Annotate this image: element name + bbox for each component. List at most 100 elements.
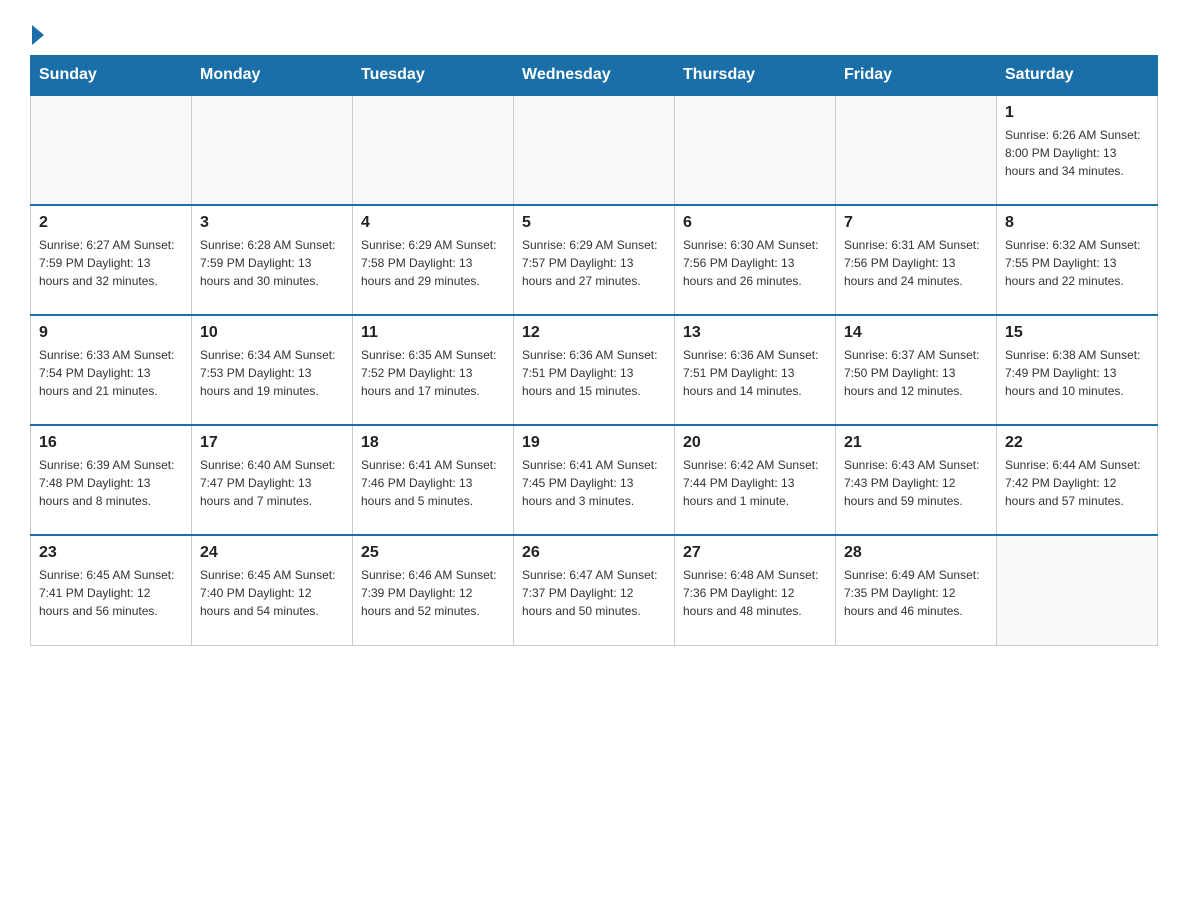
- calendar-week-2: 2 Sunrise: 6:27 AM Sunset: 7:59 PM Daylig…: [31, 205, 1158, 315]
- day-info: Sunrise: 6:39 AM Sunset: 7:48 PM Dayligh…: [39, 456, 183, 510]
- weekday-header-row: SundayMondayTuesdayWednesdayThursdayFrid…: [31, 56, 1158, 96]
- day-info: Sunrise: 6:40 AM Sunset: 7:47 PM Dayligh…: [200, 456, 344, 510]
- calendar-cell: [31, 95, 192, 205]
- weekday-header-monday: Monday: [192, 56, 353, 96]
- weekday-header-friday: Friday: [836, 56, 997, 96]
- day-info: Sunrise: 6:31 AM Sunset: 7:56 PM Dayligh…: [844, 236, 988, 290]
- calendar-cell: 16 Sunrise: 6:39 AM Sunset: 7:48 PM Dayli…: [31, 425, 192, 535]
- weekday-header-saturday: Saturday: [997, 56, 1158, 96]
- calendar-cell: 10Sunrise: 6:34 AM Sunset: 7:53 PM Dayli…: [192, 315, 353, 425]
- calendar-cell: 2 Sunrise: 6:27 AM Sunset: 7:59 PM Daylig…: [31, 205, 192, 315]
- day-number: 19: [522, 434, 666, 452]
- day-number: 16: [39, 434, 183, 452]
- weekday-header-thursday: Thursday: [675, 56, 836, 96]
- day-info: Sunrise: 6:47 AM Sunset: 7:37 PM Dayligh…: [522, 566, 666, 620]
- day-info: Sunrise: 6:36 AM Sunset: 7:51 PM Dayligh…: [522, 346, 666, 400]
- calendar-cell: 14 Sunrise: 6:37 AM Sunset: 7:50 PM Dayli…: [836, 315, 997, 425]
- calendar-cell: 27 Sunrise: 6:48 AM Sunset: 7:36 PM Dayli…: [675, 535, 836, 645]
- day-info: Sunrise: 6:26 AM Sunset: 8:00 PM Dayligh…: [1005, 126, 1149, 180]
- calendar-cell: 5 Sunrise: 6:29 AM Sunset: 7:57 PM Daylig…: [514, 205, 675, 315]
- day-number: 24: [200, 544, 344, 562]
- calendar-week-5: 23 Sunrise: 6:45 AM Sunset: 7:41 PM Dayli…: [31, 535, 1158, 645]
- calendar-cell: 9 Sunrise: 6:33 AM Sunset: 7:54 PM Daylig…: [31, 315, 192, 425]
- day-info: Sunrise: 6:43 AM Sunset: 7:43 PM Dayligh…: [844, 456, 988, 510]
- day-info: Sunrise: 6:34 AM Sunset: 7:53 PM Dayligh…: [200, 346, 344, 400]
- day-number: 8: [1005, 214, 1149, 232]
- day-info: Sunrise: 6:35 AM Sunset: 7:52 PM Dayligh…: [361, 346, 505, 400]
- calendar-cell: 20 Sunrise: 6:42 AM Sunset: 7:44 PM Dayli…: [675, 425, 836, 535]
- calendar-cell: 24 Sunrise: 6:45 AM Sunset: 7:40 PM Dayli…: [192, 535, 353, 645]
- day-number: 22: [1005, 434, 1149, 452]
- day-info: Sunrise: 6:36 AM Sunset: 7:51 PM Dayligh…: [683, 346, 827, 400]
- day-number: 15: [1005, 324, 1149, 342]
- calendar-cell: 3 Sunrise: 6:28 AM Sunset: 7:59 PM Daylig…: [192, 205, 353, 315]
- day-info: Sunrise: 6:45 AM Sunset: 7:41 PM Dayligh…: [39, 566, 183, 620]
- day-info: Sunrise: 6:44 AM Sunset: 7:42 PM Dayligh…: [1005, 456, 1149, 510]
- day-number: 11: [361, 324, 505, 342]
- calendar-cell: 22 Sunrise: 6:44 AM Sunset: 7:42 PM Dayli…: [997, 425, 1158, 535]
- calendar-table: SundayMondayTuesdayWednesdayThursdayFrid…: [30, 55, 1158, 646]
- day-info: Sunrise: 6:41 AM Sunset: 7:45 PM Dayligh…: [522, 456, 666, 510]
- day-number: 28: [844, 544, 988, 562]
- day-info: Sunrise: 6:29 AM Sunset: 7:58 PM Dayligh…: [361, 236, 505, 290]
- weekday-header-wednesday: Wednesday: [514, 56, 675, 96]
- day-number: 9: [39, 324, 183, 342]
- day-info: Sunrise: 6:28 AM Sunset: 7:59 PM Dayligh…: [200, 236, 344, 290]
- day-number: 14: [844, 324, 988, 342]
- calendar-cell: 19 Sunrise: 6:41 AM Sunset: 7:45 PM Dayli…: [514, 425, 675, 535]
- calendar-cell: [353, 95, 514, 205]
- calendar-cell: 17 Sunrise: 6:40 AM Sunset: 7:47 PM Dayli…: [192, 425, 353, 535]
- day-info: Sunrise: 6:32 AM Sunset: 7:55 PM Dayligh…: [1005, 236, 1149, 290]
- day-number: 17: [200, 434, 344, 452]
- day-number: 27: [683, 544, 827, 562]
- calendar-cell: 13 Sunrise: 6:36 AM Sunset: 7:51 PM Dayli…: [675, 315, 836, 425]
- day-number: 18: [361, 434, 505, 452]
- day-number: 21: [844, 434, 988, 452]
- day-info: Sunrise: 6:29 AM Sunset: 7:57 PM Dayligh…: [522, 236, 666, 290]
- day-number: 2: [39, 214, 183, 232]
- day-number: 13: [683, 324, 827, 342]
- weekday-header-sunday: Sunday: [31, 56, 192, 96]
- day-info: Sunrise: 6:38 AM Sunset: 7:49 PM Dayligh…: [1005, 346, 1149, 400]
- day-info: Sunrise: 6:42 AM Sunset: 7:44 PM Dayligh…: [683, 456, 827, 510]
- day-info: Sunrise: 6:27 AM Sunset: 7:59 PM Dayligh…: [39, 236, 183, 290]
- calendar-cell: 4 Sunrise: 6:29 AM Sunset: 7:58 PM Daylig…: [353, 205, 514, 315]
- day-number: 20: [683, 434, 827, 452]
- day-number: 23: [39, 544, 183, 562]
- calendar-cell: 23 Sunrise: 6:45 AM Sunset: 7:41 PM Dayli…: [31, 535, 192, 645]
- calendar-cell: [836, 95, 997, 205]
- calendar-cell: [192, 95, 353, 205]
- calendar-cell: [675, 95, 836, 205]
- calendar-week-3: 9 Sunrise: 6:33 AM Sunset: 7:54 PM Daylig…: [31, 315, 1158, 425]
- calendar-cell: [514, 95, 675, 205]
- day-number: 3: [200, 214, 344, 232]
- logo: [30, 20, 46, 45]
- day-number: 7: [844, 214, 988, 232]
- day-number: 26: [522, 544, 666, 562]
- calendar-week-1: 1 Sunrise: 6:26 AM Sunset: 8:00 PM Daylig…: [31, 95, 1158, 205]
- calendar-cell: 7 Sunrise: 6:31 AM Sunset: 7:56 PM Daylig…: [836, 205, 997, 315]
- calendar-cell: [997, 535, 1158, 645]
- logo-arrow-icon: [32, 25, 44, 45]
- day-info: Sunrise: 6:41 AM Sunset: 7:46 PM Dayligh…: [361, 456, 505, 510]
- page-header: [30, 20, 1158, 45]
- day-info: Sunrise: 6:37 AM Sunset: 7:50 PM Dayligh…: [844, 346, 988, 400]
- day-number: 12: [522, 324, 666, 342]
- calendar-cell: 11 Sunrise: 6:35 AM Sunset: 7:52 PM Dayli…: [353, 315, 514, 425]
- day-info: Sunrise: 6:48 AM Sunset: 7:36 PM Dayligh…: [683, 566, 827, 620]
- calendar-cell: 28Sunrise: 6:49 AM Sunset: 7:35 PM Dayli…: [836, 535, 997, 645]
- day-info: Sunrise: 6:45 AM Sunset: 7:40 PM Dayligh…: [200, 566, 344, 620]
- calendar-cell: 1 Sunrise: 6:26 AM Sunset: 8:00 PM Daylig…: [997, 95, 1158, 205]
- calendar-cell: 8 Sunrise: 6:32 AM Sunset: 7:55 PM Daylig…: [997, 205, 1158, 315]
- calendar-cell: 21 Sunrise: 6:43 AM Sunset: 7:43 PM Dayli…: [836, 425, 997, 535]
- calendar-cell: 25 Sunrise: 6:46 AM Sunset: 7:39 PM Dayli…: [353, 535, 514, 645]
- day-info: Sunrise: 6:46 AM Sunset: 7:39 PM Dayligh…: [361, 566, 505, 620]
- calendar-cell: 26 Sunrise: 6:47 AM Sunset: 7:37 PM Dayli…: [514, 535, 675, 645]
- day-number: 4: [361, 214, 505, 232]
- day-number: 25: [361, 544, 505, 562]
- day-number: 5: [522, 214, 666, 232]
- day-info: Sunrise: 6:30 AM Sunset: 7:56 PM Dayligh…: [683, 236, 827, 290]
- day-number: 6: [683, 214, 827, 232]
- day-number: 1: [1005, 104, 1149, 122]
- day-info: Sunrise: 6:33 AM Sunset: 7:54 PM Dayligh…: [39, 346, 183, 400]
